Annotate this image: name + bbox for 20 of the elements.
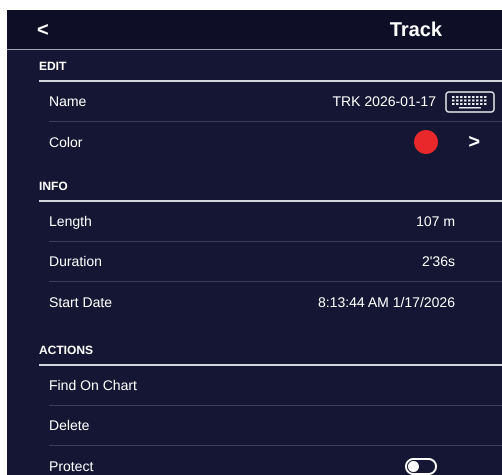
row-label: Protect: [49, 456, 94, 475]
section-heading: INFO: [39, 178, 68, 195]
action-item[interactable]: Delete: [49, 415, 90, 436]
section-heading: ACTIONS: [39, 342, 93, 359]
row-label: Name: [49, 92, 86, 111]
toggle-switch[interactable]: [405, 458, 437, 474]
info-value: 8:13:44 AM 1/17/2026: [318, 292, 455, 312]
row-label: Start Date: [49, 292, 112, 312]
action-item[interactable]: Find On Chart: [49, 375, 137, 396]
row-label: Length: [49, 212, 92, 231]
info-value: 2'36s: [422, 252, 455, 271]
info-value: 107 m: [416, 212, 455, 231]
keyboard-icon[interactable]: [445, 90, 495, 112]
name-value: TRK 2026-01-17: [332, 92, 436, 111]
section-heading: EDIT: [39, 58, 66, 75]
row-label: Color: [49, 132, 82, 152]
row-label: Duration: [49, 252, 102, 271]
back-button[interactable]: <: [37, 20, 49, 40]
chevron-icon[interactable]: >: [468, 132, 480, 152]
page-title: Track: [390, 18, 442, 42]
